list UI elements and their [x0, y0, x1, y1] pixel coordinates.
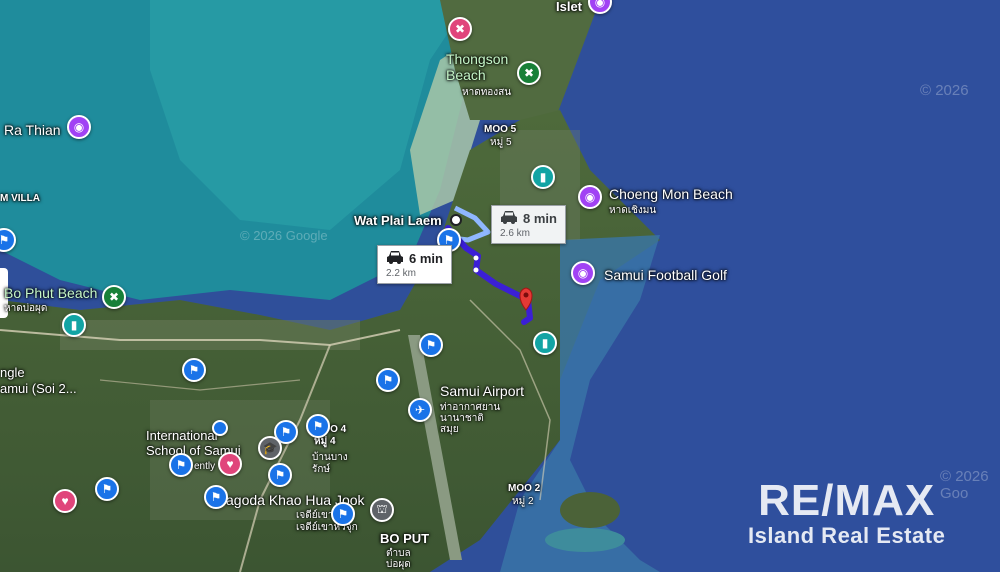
map-view[interactable]: © 2026 © 2026 Google © 2026 Goo Islet Th…: [0, 0, 1000, 572]
label-amui-soi: amui (Soi 2...: [0, 381, 77, 396]
attraction-pin[interactable]: ✖: [448, 17, 472, 41]
flag-pin[interactable]: ⚑: [419, 333, 443, 357]
flag-pin[interactable]: ⚑: [204, 485, 228, 509]
logo-subtitle: Island Real Estate: [748, 523, 946, 548]
label-choeng-mon-beach: Choeng Mon Beach: [609, 186, 733, 202]
label-samui-airport: Samui Airport: [440, 383, 525, 399]
car-icon: [500, 210, 518, 227]
camera-pin[interactable]: ◉: [67, 115, 91, 139]
label-thongson-beach: Thongson Beach: [446, 51, 509, 83]
label-moo2: MOO 2: [508, 483, 541, 494]
label-ban-bang-rak: บ้านบาง รักษ์: [312, 452, 348, 475]
logo-main: RE/MAX: [758, 476, 936, 525]
flag-pin[interactable]: ⚑: [169, 453, 193, 477]
route-duration: 8 min: [523, 211, 557, 226]
label-moo2-thai: หมู่ 2: [512, 496, 534, 507]
heart-pin[interactable]: ♥: [218, 452, 242, 476]
beach-pin[interactable]: ✖: [102, 285, 126, 309]
camera-pin[interactable]: ◉: [578, 185, 602, 209]
copyright-watermark: © 2026 Goo: [940, 468, 989, 502]
bookmark-pin[interactable]: ▮: [531, 165, 555, 189]
temple-pin[interactable]: ⛫: [370, 498, 394, 522]
label-islet: Islet: [556, 0, 583, 14]
place-dot[interactable]: [212, 420, 228, 436]
copyright-watermark: © 2026: [920, 82, 969, 99]
label-ra-thian: Ra Thian: [4, 122, 61, 138]
label-wat-plai-laem: Wat Plai Laem: [354, 213, 442, 228]
route-duration: 6 min: [409, 251, 443, 266]
copyright-watermark: © 2026 Google: [240, 228, 328, 243]
label-international-school-thai: ently: [194, 461, 216, 472]
flag-pin[interactable]: ⚑: [95, 477, 119, 501]
beach-pin[interactable]: ✖: [517, 61, 541, 85]
label-samui-airport-thai: ท่าอากาศยาน นานาชาติ สมุย: [440, 402, 501, 435]
label-moo5-thai: หมู่ 5: [490, 137, 512, 148]
remax-logo: RE/MAX Island Real Estate: [748, 478, 945, 548]
label-thongson-thai: หาดทองสน: [462, 87, 512, 98]
route-callout-selected[interactable]: 6 min 2.2 km: [377, 245, 452, 284]
route-distance: 2.2 km: [386, 268, 417, 279]
camera-pin[interactable]: ◉: [571, 261, 595, 285]
label-bo-phut-thai: หาดบ่อผุด: [4, 303, 48, 314]
label-samui-football-golf: Samui Football Golf: [604, 267, 727, 283]
flag-pin[interactable]: ⚑: [268, 463, 292, 487]
airport-pin[interactable]: ✈: [408, 398, 432, 422]
label-bo-put: BO PUT: [380, 531, 430, 546]
label-ngle: ngle: [0, 365, 25, 380]
car-icon: [386, 250, 404, 267]
label-m-villa: M VILLA: [0, 193, 40, 204]
label-bo-phut-beach: Bo Phut Beach: [4, 285, 98, 301]
flag-pin[interactable]: ⚑: [306, 414, 330, 438]
route-distance: 2.6 km: [500, 228, 531, 239]
route-callout-alternate[interactable]: 8 min 2.6 km: [491, 205, 566, 244]
flag-pin[interactable]: ⚑: [182, 358, 206, 382]
heart-pin[interactable]: ♥: [53, 489, 77, 513]
label-bo-put-thai: ตำบล บ่อผุด: [386, 548, 411, 570]
label-moo5: MOO 5: [484, 124, 517, 135]
flag-pin[interactable]: ⚑: [331, 502, 355, 526]
bookmark-pin[interactable]: ▮: [533, 331, 557, 355]
flag-pin[interactable]: ⚑: [376, 368, 400, 392]
school-pin[interactable]: 🎓: [258, 436, 282, 460]
bookmark-pin[interactable]: ▮: [62, 313, 86, 337]
label-choeng-mon-thai: หาดเชิงมน: [609, 205, 657, 216]
